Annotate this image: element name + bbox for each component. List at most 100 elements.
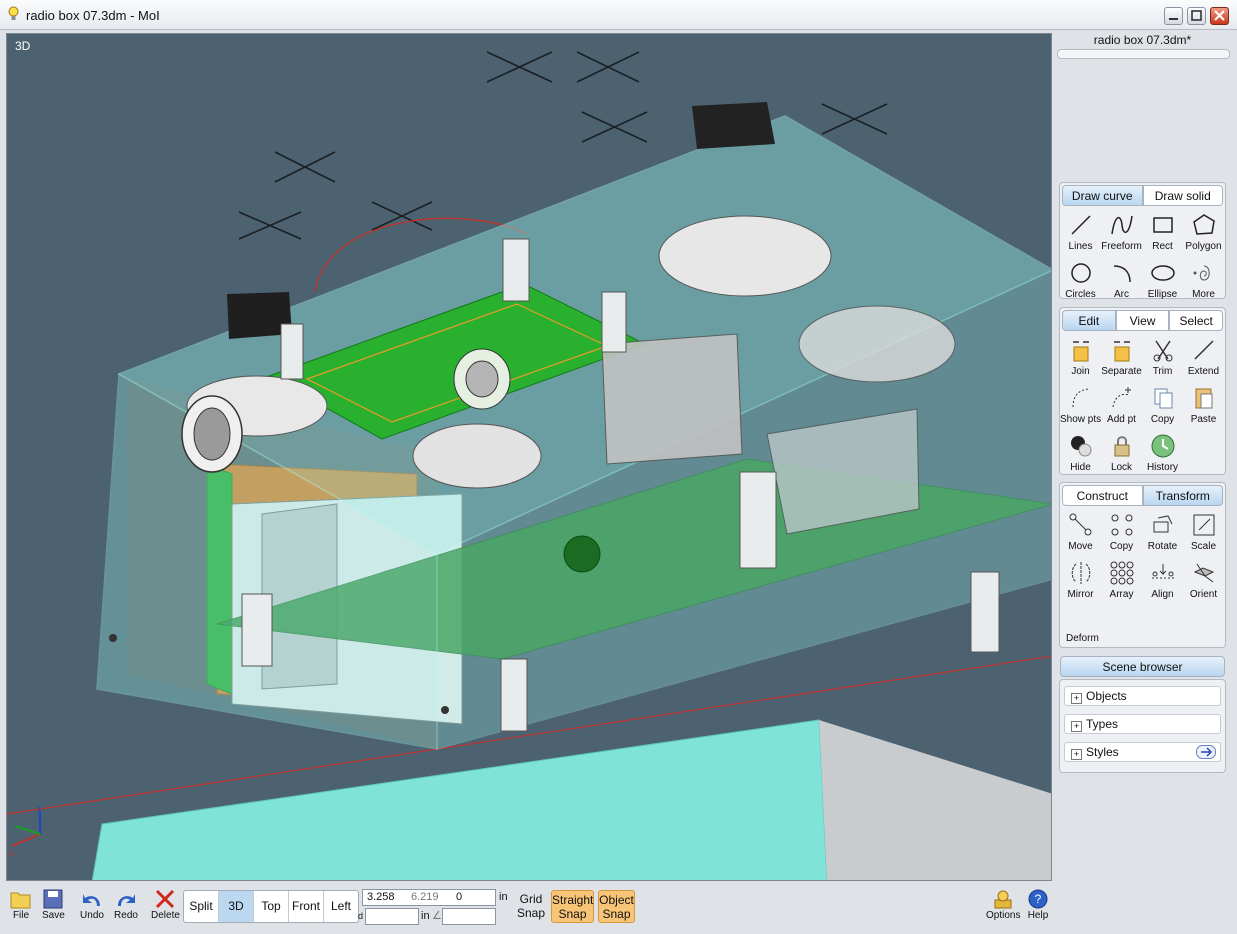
mirror-icon: [1071, 562, 1090, 584]
construct-panel: Construct Transform Move Copy Rotate Sca…: [1059, 482, 1226, 648]
add-point-icon: [1112, 387, 1131, 408]
history-button[interactable]: History: [1142, 433, 1183, 481]
rotate-button[interactable]: Rotate: [1142, 512, 1183, 560]
distance-unit-label: in: [421, 910, 430, 922]
angle-input[interactable]: [442, 908, 496, 925]
tab-construct[interactable]: Construct: [1062, 485, 1143, 506]
viewport-label: 3D: [15, 39, 31, 53]
bottom-toolbar: File Save Undo Redo Delete Split 3D Top …: [0, 882, 1237, 934]
hide-icon: [1070, 436, 1091, 457]
rotate-icon: [1153, 515, 1172, 533]
undo-button[interactable]: Undo: [80, 888, 104, 921]
document-name: radio box 07.3dm*: [1093, 33, 1192, 47]
view-3d-button[interactable]: 3D: [219, 891, 254, 922]
more-button[interactable]: More: [1183, 260, 1224, 308]
view-front-button[interactable]: Front: [289, 891, 324, 922]
lines-button[interactable]: Lines: [1060, 212, 1101, 260]
lock-icon: [1114, 436, 1129, 457]
copy-icon: [1154, 388, 1172, 409]
show-pts-button[interactable]: Show pts: [1060, 385, 1101, 433]
paste-icon: [1195, 388, 1212, 409]
polygon-icon: [1192, 214, 1215, 235]
move-button[interactable]: Move: [1060, 512, 1101, 560]
tab-view[interactable]: View: [1115, 310, 1170, 331]
view-top-button[interactable]: Top: [254, 891, 289, 922]
mirror-button[interactable]: Mirror: [1060, 560, 1101, 608]
tab-edit[interactable]: Edit: [1062, 310, 1116, 331]
object-snap-toggle[interactable]: Object Snap: [598, 890, 635, 923]
delete-button[interactable]: Delete: [151, 888, 180, 921]
array-icon: [1110, 561, 1133, 585]
extend-button[interactable]: Extend: [1183, 337, 1224, 385]
arrow-right-icon[interactable]: [1196, 745, 1216, 759]
viewport-3d[interactable]: 3D z x: [6, 33, 1052, 881]
hide-button[interactable]: Hide: [1060, 433, 1101, 481]
tab-draw-solid[interactable]: Draw solid: [1142, 185, 1223, 206]
view-split-button[interactable]: Split: [184, 891, 219, 922]
scene-item-objects[interactable]: + Objects: [1064, 686, 1221, 706]
tab-draw-curve[interactable]: Draw curve: [1062, 185, 1143, 206]
scene-browser-header[interactable]: Scene browser: [1060, 656, 1225, 677]
minimize-button[interactable]: [1164, 7, 1183, 25]
orient-button[interactable]: Orient: [1183, 560, 1224, 608]
tab-select[interactable]: Select: [1169, 310, 1224, 331]
distance-input[interactable]: [365, 908, 419, 925]
file-button[interactable]: File: [10, 888, 32, 921]
document-progress-bar: [1057, 49, 1230, 59]
rect-icon: [1152, 217, 1173, 233]
spiral-icon: [1193, 265, 1210, 281]
expand-icon: +: [1071, 693, 1082, 704]
3d-scene: [7, 51, 1051, 880]
close-button[interactable]: [1210, 7, 1229, 25]
separate-button[interactable]: Separate: [1101, 337, 1142, 385]
trim-button[interactable]: Trim: [1142, 337, 1183, 385]
arc-button[interactable]: Arc: [1101, 260, 1142, 308]
scale-button[interactable]: Scale: [1183, 512, 1224, 560]
maximize-button[interactable]: [1187, 7, 1206, 25]
transform-copy-button[interactable]: Copy: [1101, 512, 1142, 560]
undo-icon: [83, 894, 100, 906]
coord-x: 3.258: [367, 891, 395, 903]
freeform-button[interactable]: Freeform: [1101, 212, 1142, 260]
delete-icon: [156, 889, 175, 909]
circle-icon: [1070, 263, 1091, 283]
ellipse-button[interactable]: Ellipse: [1142, 260, 1183, 308]
show-points-icon: [1072, 388, 1090, 408]
add-pt-button[interactable]: Add pt: [1101, 385, 1142, 433]
circles-button[interactable]: Circles: [1060, 260, 1101, 308]
expand-icon: +: [1071, 721, 1082, 732]
window-title: radio box 07.3dm - MoI: [26, 8, 160, 23]
arc-icon: [1113, 265, 1131, 283]
lock-button[interactable]: Lock: [1101, 433, 1142, 481]
title-bar: radio box 07.3dm - MoI: [0, 0, 1237, 30]
save-button[interactable]: Save: [42, 888, 65, 921]
view-left-button[interactable]: Left: [324, 891, 358, 922]
rect-button[interactable]: Rect: [1142, 212, 1183, 260]
straight-snap-toggle[interactable]: Straight Snap: [551, 890, 594, 923]
side-panel: radio box 07.3dm* Draw curve Draw solid …: [1056, 33, 1230, 773]
folder-icon: [10, 892, 31, 909]
distance-label: d: [358, 911, 364, 921]
scene-item-styles[interactable]: + Styles: [1064, 742, 1221, 762]
coord-z: 0: [456, 891, 463, 903]
align-icon: [1151, 564, 1174, 579]
redo-icon: [118, 894, 135, 906]
options-button[interactable]: Options: [986, 888, 1020, 921]
coord-y: 6.219: [411, 891, 439, 903]
help-button[interactable]: ? Help: [1027, 888, 1049, 921]
paste-button[interactable]: Paste: [1183, 385, 1224, 433]
grid-snap-toggle[interactable]: Grid Snap: [513, 890, 549, 923]
array-button[interactable]: Array: [1101, 560, 1142, 608]
svg-text:?: ?: [1035, 892, 1042, 906]
deform-label[interactable]: Deform: [1066, 633, 1099, 644]
polygon-button[interactable]: Polygon: [1183, 212, 1224, 260]
scene-item-types[interactable]: + Types: [1064, 714, 1221, 734]
scissors-icon: [1153, 340, 1172, 362]
join-icon: [1072, 341, 1089, 362]
tab-transform[interactable]: Transform: [1142, 485, 1223, 506]
redo-button[interactable]: Redo: [114, 888, 138, 921]
copy-button[interactable]: Copy: [1142, 385, 1183, 433]
coordinate-input[interactable]: 3.258 6.219 0: [362, 889, 496, 906]
align-button[interactable]: Align: [1142, 560, 1183, 608]
join-button[interactable]: Join: [1060, 337, 1101, 385]
